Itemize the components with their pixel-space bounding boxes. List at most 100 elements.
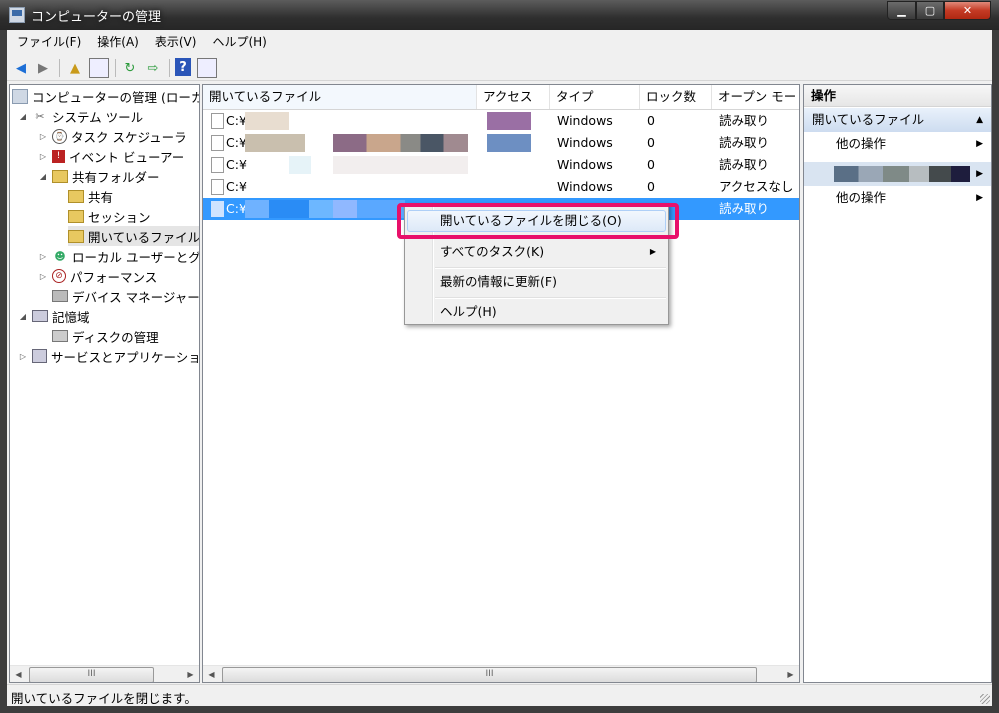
tree-item-system-tools[interactable]: ◢ ✂ システム ツール <box>18 106 143 126</box>
cell-type: Windows <box>557 135 613 150</box>
tree-item-storage[interactable]: ◢ 記憶域 <box>18 306 90 326</box>
menu-separator <box>435 297 666 299</box>
tree-item-disk-management[interactable]: ディスクの管理 <box>52 326 159 346</box>
help-icon[interactable]: ? <box>175 58 191 76</box>
redacted-block <box>487 112 531 130</box>
menu-bar: ファイル(F) 操作(A) 表示(V) ヘルプ(H) <box>7 30 992 52</box>
column-locks[interactable]: ロック数 <box>640 85 712 109</box>
scroll-right-icon[interactable]: ▶ <box>182 666 199 682</box>
expand-icon[interactable]: ▷ <box>18 352 28 361</box>
tree-item-performance[interactable]: ▷ ⊘ パフォーマンス <box>38 266 157 286</box>
menu-item-help[interactable]: ヘルプ(H) <box>407 301 666 323</box>
expand-icon[interactable]: ▷ <box>38 252 48 261</box>
cell-locks: 0 <box>647 135 655 150</box>
column-access[interactable]: アクセス <box>477 85 550 109</box>
action-other-ops[interactable]: 他の操作 ▶ <box>804 133 991 155</box>
services-icon <box>32 349 47 363</box>
tree-item-services[interactable]: ▷ サービスとアプリケーショ <box>18 346 199 366</box>
menu-item-refresh[interactable]: 最新の情報に更新(F) <box>407 271 666 293</box>
scroll-left-icon[interactable]: ◀ <box>10 666 27 682</box>
tree-hscrollbar[interactable]: ◀ III ▶ <box>10 665 199 682</box>
tree-item-open-files[interactable]: 開いているファイル <box>68 226 199 246</box>
cell-mode: 読み取り <box>719 113 770 128</box>
expand-icon[interactable]: ▷ <box>38 132 48 141</box>
open-files-list[interactable]: 開いているファイル ^ アクセス タイプ ロック数 オープン モー C:¥ Wi… <box>202 84 800 683</box>
refresh-icon[interactable]: ↻ <box>120 58 140 78</box>
menu-action[interactable]: 操作(A) <box>91 33 145 50</box>
table-row[interactable]: C:¥ Windows 0 読み取り <box>203 110 799 132</box>
redacted-block <box>245 134 305 152</box>
tree-item-device-manager[interactable]: デバイス マネージャー <box>52 286 199 306</box>
tree-item-sessions[interactable]: セッション <box>68 206 151 226</box>
cell-mode: アクセスなし <box>719 179 794 194</box>
chevron-right-icon: ▶ <box>976 169 983 179</box>
back-arrow-icon[interactable]: ◀ <box>11 58 31 78</box>
cell-type: Windows <box>557 157 613 172</box>
resize-grip-icon[interactable] <box>980 694 990 704</box>
session-icon <box>68 209 84 223</box>
export-list-icon[interactable]: ⇨ <box>143 58 163 78</box>
close-button[interactable]: ✕ <box>944 1 991 20</box>
column-label: オープン モー <box>718 89 797 104</box>
table-row[interactable]: C:¥ Windows 0 アクセスなし <box>203 176 799 198</box>
disk-icon <box>52 330 68 342</box>
column-label: 開いているファイル <box>209 89 322 104</box>
tree-item-label: 共有 <box>88 189 114 205</box>
expand-icon[interactable]: ▷ <box>38 152 48 161</box>
up-folder-icon[interactable]: ▲ <box>65 58 85 78</box>
collapse-icon[interactable]: ◢ <box>38 172 48 181</box>
menu-file[interactable]: ファイル(F) <box>11 33 87 50</box>
expand-icon[interactable]: ▷ <box>38 272 48 281</box>
cell-locks: 0 <box>647 113 655 128</box>
tree-item-label: ディスクの管理 <box>72 329 159 345</box>
list-header: 開いているファイル ^ アクセス タイプ ロック数 オープン モー <box>203 85 799 110</box>
action-pane-icon[interactable] <box>197 58 217 78</box>
actions-pane: 操作 開いているファイル ▲ 他の操作 ▶ ▶ 他の操作 ▶ <box>803 84 992 683</box>
menu-item-label: すべてのタスク(K) <box>440 244 545 259</box>
column-type[interactable]: タイプ <box>550 85 640 109</box>
tree-item-shared-folders[interactable]: ◢ 共有フォルダー <box>38 166 160 186</box>
title-bar[interactable]: コンピューターの管理 ▁ ▢ ✕ <box>0 0 999 30</box>
menu-help[interactable]: ヘルプ(H) <box>206 33 272 50</box>
cell-type: Windows <box>557 179 613 194</box>
forward-arrow-icon[interactable]: ▶ <box>33 58 53 78</box>
table-row[interactable]: C:¥ Windows 0 読み取り <box>203 154 799 176</box>
navigation-tree[interactable]: コンピューターの管理 (ローカ ◢ ✂ システム ツール ▷ ⌚ タスク スケジ… <box>9 84 200 683</box>
scroll-right-icon[interactable]: ▶ <box>782 666 799 682</box>
collapse-icon[interactable]: ◢ <box>18 312 28 321</box>
tree-item-computer-management[interactable]: コンピューターの管理 (ローカ <box>12 86 199 106</box>
scroll-thumb[interactable]: III <box>222 667 757 682</box>
menu-item-all-tasks[interactable]: すべてのタスク(K) ▶ <box>407 241 666 263</box>
app-icon <box>9 7 25 23</box>
collapse-up-icon[interactable]: ▲ <box>976 108 983 132</box>
computer-management-icon <box>12 88 28 104</box>
users-icon: ☻ <box>54 249 66 263</box>
show-hide-tree-icon[interactable] <box>89 58 109 78</box>
open-files-icon <box>68 229 84 243</box>
chevron-right-icon: ▶ <box>976 139 983 149</box>
cell-file: C:¥ <box>226 179 247 194</box>
scroll-left-icon[interactable]: ◀ <box>203 666 220 682</box>
collapse-icon[interactable]: ◢ <box>18 112 28 121</box>
tree-item-label: パフォーマンス <box>70 269 158 285</box>
tree-item-local-users[interactable]: ▷ ☻ ローカル ユーザーとグ <box>38 246 199 266</box>
tree-item-event-viewer[interactable]: ▷ ! イベント ビューアー <box>38 146 184 166</box>
chevron-right-icon: ▶ <box>976 193 983 203</box>
actions-section-selected-file[interactable]: ▶ <box>804 162 991 186</box>
tree-item-task-scheduler[interactable]: ▷ ⌚ タスク スケジューラ <box>38 126 187 146</box>
column-open-mode[interactable]: オープン モー <box>712 85 799 109</box>
menu-separator <box>435 267 666 269</box>
actions-section-open-files[interactable]: 開いているファイル ▲ <box>804 108 991 132</box>
scroll-thumb[interactable]: III <box>29 667 154 682</box>
maximize-button[interactable]: ▢ <box>916 1 944 20</box>
table-row[interactable]: C:¥ Windows 0 読み取り <box>203 132 799 154</box>
redacted-block <box>245 200 405 218</box>
redacted-block <box>333 134 468 152</box>
status-text: 開いているファイルを閉じます。 <box>11 691 197 706</box>
action-other-ops-2[interactable]: 他の操作 ▶ <box>804 187 991 209</box>
menu-view[interactable]: 表示(V) <box>149 33 203 50</box>
cell-locks: 0 <box>647 179 655 194</box>
minimize-button[interactable]: ▁ <box>887 1 916 20</box>
list-hscrollbar[interactable]: ◀ III ▶ <box>203 665 799 682</box>
tree-item-shares[interactable]: 共有 <box>68 186 113 206</box>
